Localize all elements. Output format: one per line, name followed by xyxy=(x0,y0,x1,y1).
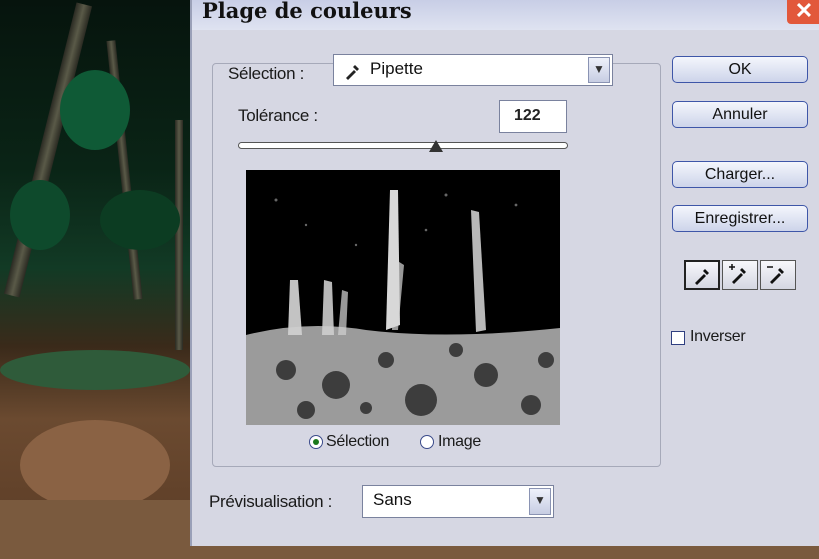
radio-selection[interactable] xyxy=(309,435,323,449)
eyedropper-plus-icon xyxy=(729,264,746,284)
radio-image-label: Image xyxy=(438,433,481,450)
radio-selection-label: Sélection xyxy=(326,433,390,450)
cancel-button[interactable]: Annuler xyxy=(672,101,808,128)
dialog-title: Plage de couleurs xyxy=(202,0,412,23)
close-icon[interactable]: ✕ xyxy=(787,0,819,24)
radio-image[interactable] xyxy=(420,435,434,449)
invert-checkbox[interactable] xyxy=(671,331,685,345)
eyedropper-tool[interactable] xyxy=(684,260,720,290)
ok-button[interactable]: OK xyxy=(672,56,808,83)
title-bar[interactable]: Plage de couleurs ✕ xyxy=(192,0,819,30)
load-button[interactable]: Charger... xyxy=(672,161,808,188)
preview-label: Prévisualisation : xyxy=(209,492,333,511)
eyedropper-minus-icon xyxy=(767,266,784,284)
slider-thumb[interactable] xyxy=(429,140,443,152)
preview-value: Sans xyxy=(373,490,412,509)
preview-dropdown[interactable]: Sans ▼ xyxy=(362,485,554,518)
selection-dropdown[interactable]: Pipette ▼ xyxy=(333,54,613,86)
color-range-dialog: Plage de couleurs ✕ Sélection : Pipette … xyxy=(190,0,819,546)
eyedropper-plus-tool[interactable] xyxy=(722,260,758,290)
tolerance-label: Tolérance : xyxy=(238,106,318,125)
eyedropper-minus-tool[interactable] xyxy=(760,260,796,290)
eyedropper-icon xyxy=(346,65,359,80)
chevron-down-icon[interactable]: ▼ xyxy=(529,488,551,515)
selection-value: Pipette xyxy=(370,59,423,78)
eyedropper-icon xyxy=(695,269,709,285)
save-button[interactable]: Enregistrer... xyxy=(672,205,808,232)
selection-preview xyxy=(246,170,560,425)
tolerance-input[interactable]: 122 xyxy=(499,100,567,133)
selection-label: Sélection : xyxy=(228,64,305,83)
tolerance-slider[interactable] xyxy=(238,142,568,149)
invert-label: Inverser xyxy=(690,328,746,345)
chevron-down-icon[interactable]: ▼ xyxy=(588,57,610,83)
preview-mask-image xyxy=(246,170,560,425)
